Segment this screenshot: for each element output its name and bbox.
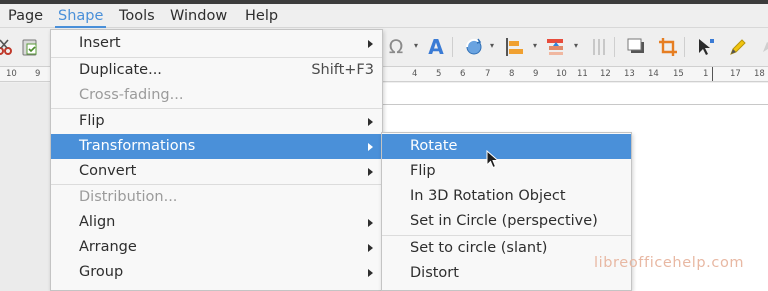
menu-item-label: Distribution... [79, 189, 178, 205]
submenu-arrow-icon [368, 269, 373, 277]
menu-item-label: Flip [410, 163, 436, 179]
arrange-dropdown-icon[interactable]: ▾ [572, 42, 580, 50]
menu-item-label: Set in Circle (perspective) [410, 213, 598, 229]
ruler-label: 10 [556, 69, 567, 79]
menu-item-convert[interactable]: Convert [51, 159, 382, 184]
menu-item-label: Arrange [79, 239, 137, 255]
menu-item-3d-rotation-object[interactable]: In 3D Rotation Object [382, 184, 631, 209]
menu-item-label: Duplicate... [79, 62, 162, 78]
ruler-label: 5 [436, 69, 442, 79]
ruler-label: 18 [754, 69, 765, 79]
menu-item-label: Rotate [410, 138, 458, 154]
submenu-arrow-icon [368, 244, 373, 252]
menu-item-distribution: Distribution... [51, 185, 382, 210]
transform-dropdown-icon[interactable]: ▾ [488, 42, 496, 50]
menu-item-label: Group [79, 264, 124, 280]
points-icon[interactable] [694, 35, 718, 59]
menu-item-circle-perspective[interactable]: Set in Circle (perspective) [382, 209, 631, 234]
menu-item-label: Set to circle (slant) [410, 240, 548, 256]
menu-item-label: Align [79, 214, 116, 230]
menu-item-label: Distort [410, 265, 459, 281]
ruler-label: 11 [577, 69, 588, 79]
ruler-label: 9 [533, 69, 539, 79]
toolbar-separator [684, 37, 685, 57]
mouse-pointer-icon [486, 149, 500, 174]
menu-item-align[interactable]: Align [51, 210, 382, 235]
menu-item-transformations[interactable]: Transformations [51, 134, 382, 159]
shadow-icon[interactable] [624, 35, 648, 59]
distribute-icon [587, 35, 611, 59]
ruler-label: 12 [600, 69, 611, 79]
toolbar-separator [452, 37, 453, 57]
menu-item-group[interactable]: Group [51, 260, 382, 285]
ruler-label: 14 [648, 69, 659, 79]
ruler-indent-marker[interactable] [712, 67, 713, 81]
arrange-icon[interactable] [544, 35, 568, 59]
transform-icon[interactable] [462, 35, 486, 59]
ruler-label: 1 [703, 69, 709, 79]
ruler-label: 7 [485, 69, 491, 79]
menu-item-label: Flip [79, 113, 105, 129]
page-border [382, 104, 768, 105]
paste-icon[interactable] [18, 35, 42, 59]
submenu-arrow-icon [368, 168, 373, 176]
special-character-icon[interactable]: Ω [384, 35, 408, 59]
menu-item-label: Insert [79, 35, 121, 51]
ruler-label: 15 [673, 69, 684, 79]
menu-item-label: In 3D Rotation Object [410, 188, 566, 204]
glue-points-icon[interactable] [726, 35, 750, 59]
shape-menu: Insert Duplicate... Shift+F3 Cross-fadin… [50, 29, 383, 291]
submenu-arrow-icon [368, 40, 373, 48]
shortcut-label: Shift+F3 [311, 62, 374, 78]
menu-shape[interactable]: Shape [53, 4, 108, 28]
ruler-label: 10 [6, 69, 17, 79]
menu-item-label: Cross-fading... [79, 87, 184, 103]
menu-window[interactable]: Window [165, 4, 232, 28]
menu-item-label: Transformations [79, 138, 196, 154]
toolbar-separator [614, 37, 615, 57]
menu-item-rotate[interactable]: Rotate [382, 134, 631, 159]
menu-item-flip[interactable]: Flip [51, 109, 382, 134]
fontwork-icon[interactable]: A [424, 35, 448, 59]
canvas-margin [0, 83, 50, 291]
ruler-label: 13 [624, 69, 635, 79]
cut-icon[interactable] [0, 35, 16, 59]
menu-item-arrange[interactable]: Arrange [51, 235, 382, 260]
ruler-label: 8 [509, 69, 515, 79]
menu-item-cross-fading: Cross-fading... [51, 83, 382, 108]
align-dropdown-icon[interactable]: ▾ [531, 42, 539, 50]
ruler-label: 6 [460, 69, 466, 79]
menu-tools[interactable]: Tools [114, 4, 160, 28]
menu-help[interactable]: Help [240, 4, 283, 28]
ruler-label: 9 [35, 69, 41, 79]
align-icon[interactable] [502, 35, 526, 59]
menu-item-label: Convert [79, 163, 137, 179]
watermark: libreofficehelp.com [594, 255, 745, 271]
ruler-label: 4 [412, 69, 418, 79]
menubar: Page Shape Tools Window Help [0, 4, 768, 28]
submenu-arrow-icon [368, 118, 373, 126]
crop-icon[interactable] [656, 35, 680, 59]
menu-item-duplicate[interactable]: Duplicate... Shift+F3 [51, 58, 382, 83]
special-character-dropdown-icon[interactable]: ▾ [412, 42, 420, 50]
submenu-arrow-icon [368, 219, 373, 227]
menu-item-flip-transform[interactable]: Flip [382, 159, 631, 184]
menu-item-insert[interactable]: Insert [51, 31, 382, 56]
more-icon[interactable] [756, 35, 768, 59]
menu-page[interactable]: Page [3, 4, 48, 28]
ruler-label: 17 [730, 69, 741, 79]
submenu-arrow-icon [368, 143, 373, 151]
